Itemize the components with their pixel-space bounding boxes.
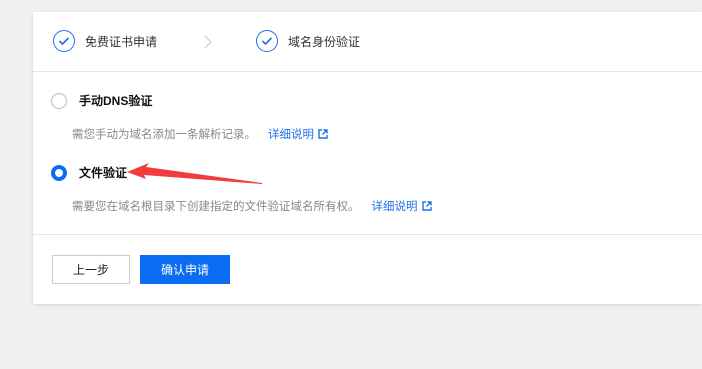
description-text: 需要您在域名根目录下创建指定的文件验证域名所有权。 [72,201,360,213]
check-icon [53,30,75,52]
details-link[interactable]: 详细说明 [268,126,328,142]
divider [33,71,702,72]
previous-step-button[interactable]: 上一步 [52,255,130,284]
details-link[interactable]: 详细说明 [372,198,432,214]
description-text: 需您手动为域名添加一条解析记录。 [72,129,256,141]
step-label: 免费证书申请 [85,34,158,49]
step-domain-verification: 域名身份验证 [256,30,360,52]
radio-manual-dns[interactable] [51,92,67,109]
check-icon [256,30,278,52]
step-free-cert-apply: 免费证书申请 [53,30,157,52]
link-label: 详细说明 [371,201,418,213]
option-description: 需要您在域名根目录下创建指定的文件验证域名所有权。 详细说明 [72,198,432,214]
chevron-right-icon [203,34,213,55]
option-description: 需您手动为域名添加一条解析记录。 详细说明 [72,126,328,142]
external-link-icon [421,201,432,211]
external-link-icon [318,129,328,139]
option-file-verification[interactable]: 文件验证 [51,164,127,181]
option-title: 手动DNS验证 [79,94,153,108]
step-label: 域名身份验证 [288,34,361,49]
divider [33,234,702,235]
option-title: 文件验证 [79,166,128,180]
confirm-apply-button[interactable]: 确认申请 [140,255,230,284]
link-label: 详细说明 [268,129,314,141]
option-manual-dns[interactable]: 手动DNS验证 [51,92,152,109]
radio-file-verification[interactable] [51,164,67,181]
verification-card: 免费证书申请 域名身份验证 手动DNS验证 需您手动为域名添加一条解析记录。 详… [33,12,702,304]
